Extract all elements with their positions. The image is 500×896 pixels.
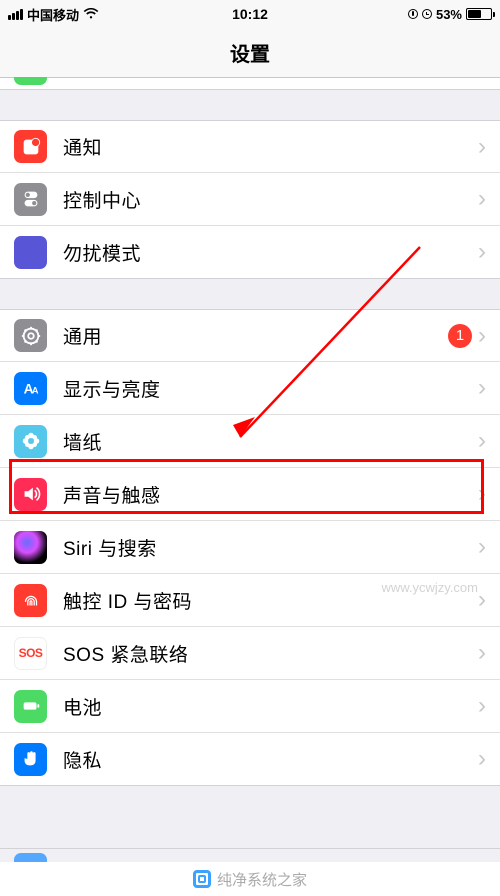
svg-text:A: A [31,386,38,396]
chevron-right-icon: › [478,639,486,667]
chevron-right-icon: › [478,586,486,614]
cell-label: SOS 紧急联络 [63,640,472,667]
cell-label: 勿扰模式 [63,239,472,266]
status-right: 53% [408,7,492,22]
cell-label: 通知 [63,133,472,160]
signal-icon [8,9,23,20]
chevron-right-icon: › [478,480,486,508]
chevron-right-icon: › [478,322,486,350]
footer-text: 纯净系统之家 [217,869,307,890]
chevron-right-icon: › [478,185,486,213]
battery-icon [466,8,492,20]
carrier-label: 中国移动 [27,5,79,24]
partial-icon [14,77,47,85]
cell-privacy[interactable]: 隐私 › [0,733,500,786]
cell-siri[interactable]: Siri 与搜索 › [0,521,500,574]
fingerprint-icon [14,584,47,617]
moon-icon [14,236,47,269]
cell-notifications[interactable]: 通知 › [0,120,500,173]
chevron-right-icon: › [478,374,486,402]
cell-sos[interactable]: SOS SOS 紧急联络 › [0,627,500,680]
status-left: 中国移动 [8,5,99,24]
cell-label: Siri 与搜索 [63,534,472,561]
cell-wallpaper[interactable]: 墙纸 › [0,415,500,468]
siri-icon [14,531,47,564]
cell-label: 通用 [63,322,448,349]
gear-icon [14,319,47,352]
cell-touchid[interactable]: 触控 ID 与密码 › [0,574,500,627]
hand-icon [14,743,47,776]
cell-general[interactable]: 通用 1 › [0,309,500,362]
chevron-right-icon: › [478,238,486,266]
cell-label: 控制中心 [63,186,472,213]
cell-label: 触控 ID 与密码 [63,587,472,614]
footer-logo-icon [193,870,211,888]
cell-label: 电池 [63,693,472,720]
notifications-icon [14,130,47,163]
cell-label: 墙纸 [63,428,472,455]
cell-battery[interactable]: 电池 › [0,680,500,733]
alarm-icon [422,9,432,19]
watermark-footer: 纯净系统之家 [0,862,500,896]
chevron-right-icon: › [478,533,486,561]
sos-icon: SOS [14,637,47,670]
cell-label: 声音与触感 [63,481,472,508]
battery-percent: 53% [436,7,462,22]
cell-label: 显示与亮度 [63,375,472,402]
partial-next-group [0,848,500,862]
speaker-icon [14,478,47,511]
settings-list[interactable]: 通知 › 控制中心 › 勿扰模式 › 通用 1 › [0,78,500,786]
notification-badge: 1 [448,324,472,348]
chevron-right-icon: › [478,692,486,720]
chevron-right-icon: › [478,133,486,161]
cell-label: 隐私 [63,746,472,773]
cell-control-center[interactable]: 控制中心 › [0,173,500,226]
partial-previous-cell[interactable] [0,78,500,90]
cell-sounds[interactable]: 声音与触感 › [0,468,500,521]
wifi-icon [83,8,99,20]
status-bar: 中国移动 10:12 53% [0,0,500,28]
battery-icon [14,690,47,723]
page-title: 设置 [0,28,500,78]
control-center-icon [14,183,47,216]
settings-group-1: 通知 › 控制中心 › 勿扰模式 › [0,120,500,279]
text-size-icon: AA [14,372,47,405]
chevron-right-icon: › [478,745,486,773]
orientation-lock-icon [408,9,418,19]
flower-icon [14,425,47,458]
cell-dnd[interactable]: 勿扰模式 › [0,226,500,279]
cell-display[interactable]: AA 显示与亮度 › [0,362,500,415]
settings-group-2: 通用 1 › AA 显示与亮度 › 墙纸 › 声音与触感 › [0,309,500,786]
chevron-right-icon: › [478,427,486,455]
